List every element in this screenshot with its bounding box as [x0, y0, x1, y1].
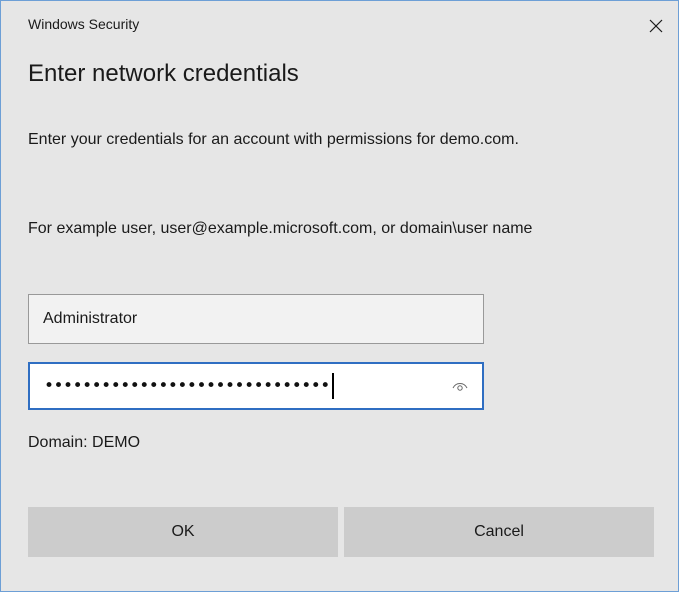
- cancel-button[interactable]: Cancel: [344, 507, 654, 557]
- domain-label: Domain: DEMO: [28, 434, 141, 451]
- close-icon: [649, 19, 663, 33]
- dialog-heading: Enter network credentials: [28, 60, 299, 87]
- window-title: Windows Security: [28, 16, 140, 32]
- password-input[interactable]: ••••••••••••••••••••••••••••••: [28, 362, 484, 410]
- credentials-dialog: Windows Security Enter network credentia…: [0, 0, 679, 592]
- username-input[interactable]: [28, 294, 484, 344]
- reveal-password-button[interactable]: [446, 373, 474, 401]
- text-cursor: [331, 373, 334, 399]
- password-mask: ••••••••••••••••••••••••••••••: [44, 375, 330, 396]
- close-button[interactable]: [641, 11, 671, 41]
- username-format-hint: For example user, user@example.microsoft…: [28, 220, 533, 237]
- dialog-description: Enter your credentials for an account wi…: [28, 131, 519, 148]
- eye-icon: [452, 383, 468, 391]
- ok-button[interactable]: OK: [28, 507, 338, 557]
